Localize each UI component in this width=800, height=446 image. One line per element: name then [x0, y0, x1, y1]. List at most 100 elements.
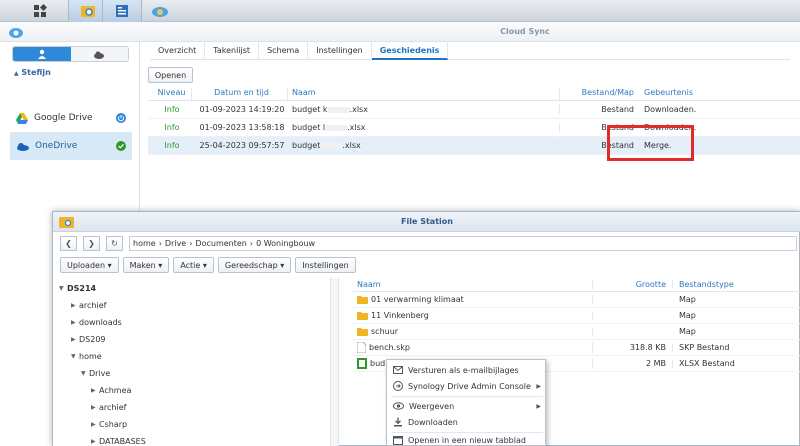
name-suffix: .xlsx [342, 141, 361, 150]
table-row[interactable]: Info 01-09-2023 13:58:18 budget l .xlsx B… [148, 119, 800, 137]
chevron-right-icon[interactable]: ▶ [91, 438, 99, 445]
redacted-text [320, 142, 343, 149]
new-tab-icon [393, 435, 403, 445]
history-table: Niveau Datum en tijd Naam Bestand/Map Ge… [148, 88, 800, 155]
chevron-right-icon[interactable]: ▶ [91, 404, 99, 411]
cloud-view-button[interactable] [70, 47, 128, 61]
highlight-box [607, 125, 694, 161]
file-row[interactable]: 01 verwarming klimaat Map [353, 292, 800, 308]
path-segment[interactable]: Drive [162, 239, 189, 248]
column-header-level[interactable]: Niveau [148, 88, 192, 100]
main-menu-button[interactable] [20, 0, 60, 22]
date-cell: 01-09-2023 14:19:20 [199, 105, 285, 114]
tools-button[interactable]: Gereedschap ▾ [217, 257, 292, 273]
check-circle-icon [116, 141, 126, 151]
mail-icon [393, 366, 403, 374]
refresh-button[interactable]: ↻ [106, 236, 123, 251]
taskbar-cloud-sync[interactable] [140, 0, 180, 22]
path-segment[interactable]: home [130, 239, 159, 248]
menu-item-drive-admin[interactable]: Synology Drive Admin Console ▶ [387, 378, 547, 394]
chevron-right-icon: ▶ [536, 402, 541, 410]
tab-takenlijst[interactable]: Takenlijst [205, 42, 260, 60]
tree-scrollbar[interactable] [330, 278, 338, 446]
tab-geschiedenis[interactable]: Geschiedenis [371, 42, 449, 60]
tree-item-csharp[interactable]: ▶ Csharp [91, 420, 127, 429]
tab-instellingen[interactable]: Instellingen [308, 42, 372, 60]
tree-item-databases[interactable]: ▶ DATABASES [91, 437, 146, 446]
tree-item-archief-2[interactable]: ▶ archief [91, 403, 126, 412]
chevron-right-icon[interactable]: ▶ [71, 336, 79, 343]
chevron-right-icon[interactable]: ▶ [71, 302, 79, 309]
file-type: XLSX Bestand [679, 359, 735, 368]
chevron-down-icon[interactable]: ▼ [59, 285, 67, 292]
refresh-icon: ↻ [111, 239, 118, 248]
account-name: Stefijn [21, 68, 51, 77]
chevron-right-icon[interactable]: ▶ [91, 421, 99, 428]
tree-item-archief[interactable]: ▶ archief [71, 301, 106, 310]
tree-item-downloads[interactable]: ▶ downloads [71, 318, 122, 327]
table-row[interactable]: Info 01-09-2023 14:19:20 budget k .xlsx B… [148, 101, 800, 119]
file-row[interactable]: bench.skp 318.8 KB SKP Bestand [353, 340, 800, 356]
taskbar-note-station[interactable] [102, 0, 142, 22]
chevron-right-icon: ❯ [88, 239, 95, 248]
eye-icon [393, 402, 404, 410]
user-view-button[interactable] [13, 47, 71, 61]
power-icon [116, 113, 126, 123]
file-row[interactable]: 11 Vinkenberg Map [353, 308, 800, 324]
upload-button[interactable]: Uploaden ▾ [60, 257, 119, 273]
sidebar-item-label: OneDrive [35, 141, 78, 151]
sidebar-item-google-drive[interactable]: Google Drive [10, 103, 132, 133]
type-cell: Bestand [601, 105, 634, 114]
column-header-event[interactable]: Gebeurtenis [640, 88, 790, 100]
file-icon [357, 342, 366, 353]
path-segment[interactable]: 0 Woningbouw [253, 239, 318, 248]
file-name: bench.skp [369, 343, 410, 352]
tab-overzicht[interactable]: Overzicht [150, 42, 206, 60]
column-header-type[interactable]: Bestand/Map [560, 88, 640, 100]
document-icon [116, 5, 128, 17]
sidebar-item-onedrive[interactable]: OneDrive [10, 132, 132, 160]
open-button[interactable]: Openen [148, 67, 193, 83]
tree-item-home[interactable]: ▼ home [71, 352, 102, 361]
menu-item-view[interactable]: Weergeven ▶ [387, 398, 547, 414]
menu-item-open-new-tab[interactable]: Openen in een nieuw tabblad [387, 433, 547, 446]
chevron-down-icon[interactable]: ▼ [71, 353, 79, 360]
settings-button[interactable]: Instellingen [295, 257, 356, 273]
tree-item-achmea[interactable]: ▶ Achmea [91, 386, 131, 395]
back-button[interactable]: ❮ [60, 236, 77, 251]
cloud-icon [94, 51, 105, 59]
view-switch [12, 46, 129, 62]
file-row[interactable]: schuur Map [353, 324, 800, 340]
name-cell: budget l .xlsx [288, 123, 560, 132]
file-name-cell: schuur [353, 327, 593, 336]
path-segment[interactable]: Documenten [192, 239, 249, 248]
forward-button[interactable]: ❯ [83, 236, 100, 251]
file-name: 11 Vinkenberg [371, 311, 429, 320]
column-header-size[interactable]: Grootte [593, 280, 673, 289]
tree-item-label: DS214 [67, 284, 97, 293]
chevron-right-icon[interactable]: ▶ [91, 387, 99, 394]
tab-schema[interactable]: Schema [259, 42, 309, 60]
file-size: 2 MB [593, 359, 673, 368]
action-button[interactable]: Actie ▾ [173, 257, 214, 273]
file-name: schuur [371, 327, 399, 336]
tree-item-ds214[interactable]: ▼ DS214 [59, 284, 96, 293]
column-header-type[interactable]: Bestandstype [673, 280, 793, 289]
menu-item-label: Openen in een nieuw tabblad [408, 435, 526, 445]
chevron-down-icon[interactable]: ▼ [81, 370, 89, 377]
chevron-right-icon[interactable]: ▶ [71, 319, 79, 326]
column-header-name[interactable]: Naam [353, 280, 593, 289]
menu-item-email[interactable]: Versturen als e-mailbijlages [387, 362, 547, 378]
path-bar[interactable]: home › Drive › Documenten › 0 Woningbouw [129, 236, 797, 251]
column-header-name[interactable]: Naam [288, 88, 560, 100]
spreadsheet-icon [357, 358, 367, 369]
column-header-date[interactable]: Datum en tijd [192, 88, 288, 100]
table-row-selected[interactable]: Info 25-04-2023 09:57:57 budget .xlsx Bes… [148, 137, 800, 155]
menu-item-download[interactable]: Downloaden [387, 414, 547, 430]
tree-item-ds209[interactable]: ▶ DS209 [71, 335, 106, 344]
tree-item-label: downloads [79, 318, 122, 327]
folder-icon [357, 296, 368, 304]
create-button[interactable]: Maken ▾ [122, 257, 170, 273]
tree-item-drive[interactable]: ▼ Drive [81, 369, 110, 378]
folder-tree: ▼ DS214 ▶ archief ▶ downloads ▶ DS209 ▼ home … [53, 278, 339, 446]
